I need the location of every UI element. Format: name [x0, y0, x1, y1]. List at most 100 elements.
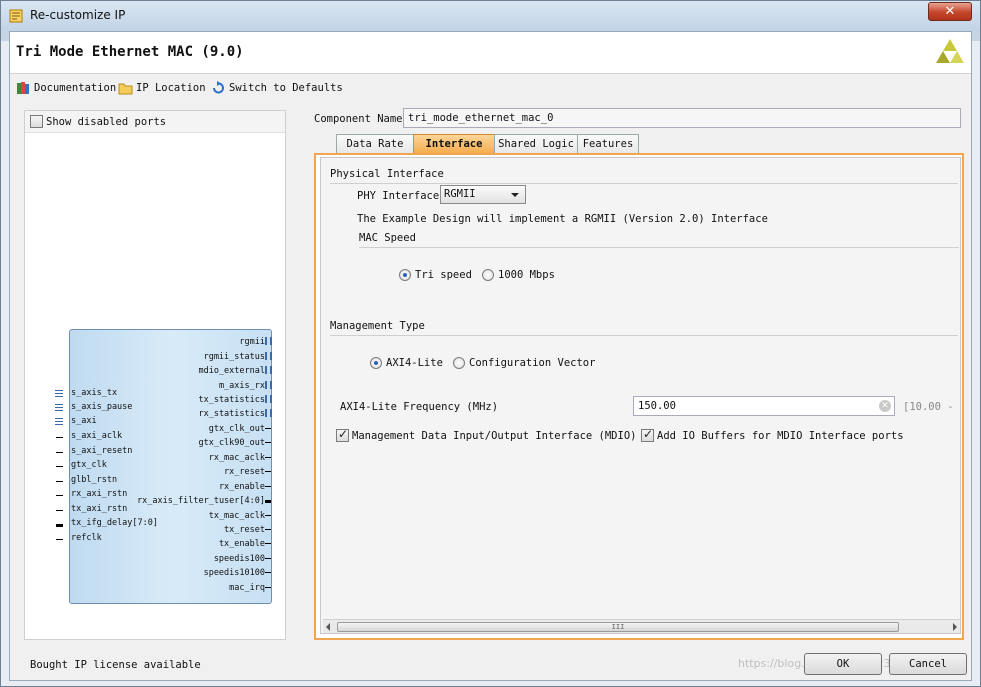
tab-data-rate[interactable]: Data Rate	[336, 134, 414, 154]
refresh-icon	[213, 81, 224, 94]
pin-tx-enable	[265, 543, 271, 544]
component-name-field[interactable]: tri_mode_ethernet_mac_0	[403, 108, 961, 128]
port-tx-enable: tx_enable	[218, 539, 265, 549]
pin-bus-rx-statistics	[265, 409, 272, 417]
frequency-range-hint: [10.00 - 3	[903, 401, 961, 413]
ip-header: Tri Mode Ethernet MAC (9.0)	[10, 32, 971, 74]
switch-defaults-label: Switch to Defaults	[229, 82, 343, 94]
port-rx-enable: rx_enable	[218, 482, 265, 492]
dialog-body: Tri Mode Ethernet MAC (9.0) Documentatio…	[9, 31, 972, 681]
physical-interface-divider	[330, 183, 958, 184]
port-glbl-rstn: glbl_rstn	[71, 475, 118, 485]
port-rx-reset: rx_reset	[224, 467, 265, 477]
pin-rx-axis-filter-tuser	[265, 500, 271, 503]
speed-1000-radio[interactable]	[482, 269, 494, 281]
documentation-label: Documentation	[34, 82, 117, 94]
port-tx-axi-rstn: tx_axi_rstn	[71, 504, 128, 514]
tab-features[interactable]: Features	[577, 134, 639, 154]
management-type-divider	[330, 335, 958, 336]
ok-button[interactable]: OK	[804, 653, 882, 675]
tab-interface[interactable]: Interface	[413, 134, 495, 155]
pin-glbl-rstn	[56, 481, 63, 482]
pin-gtx-clk90-out	[265, 442, 271, 443]
documentation-button[interactable]: Documentation	[16, 80, 116, 96]
port-s-axis-tx: s_axis_tx	[71, 388, 118, 398]
io-buffers-checkbox[interactable]	[641, 427, 654, 442]
example-design-note: The Example Design will implement a RGMI…	[357, 213, 768, 225]
ip-location-button[interactable]: IP Location	[118, 80, 206, 96]
pin-rx-axi-rstn	[56, 495, 63, 496]
port-speedis10100: speedis10100	[203, 568, 265, 578]
pin-tx-mac-aclk	[265, 515, 271, 516]
port-rx-axi-rstn: rx_axi_rstn	[71, 489, 128, 499]
phy-interface-value: RGMII	[444, 188, 476, 200]
port-mac-irq: mac_irq	[229, 583, 265, 593]
port-s-axi-resetn: s_axi_resetn	[71, 446, 133, 456]
axi4lite-frequency-input[interactable]: 150.00 ✕	[633, 396, 895, 416]
dialog-window: Re-customize IP ✕ Tri Mode Ethernet MAC …	[0, 0, 981, 687]
port-speedis100: speedis100	[213, 554, 265, 564]
port-rx-statistics: rx_statistics	[198, 409, 265, 419]
scrollbar-thumb[interactable]: III	[337, 622, 899, 632]
books-icon	[17, 82, 29, 94]
pin-refclk	[56, 539, 63, 540]
show-disabled-ports-label: Show disabled ports	[46, 116, 167, 128]
pin-bus-s-axis-pause	[55, 404, 63, 412]
ip-location-label: IP Location	[136, 82, 206, 94]
scroll-left-arrow-icon[interactable]	[326, 623, 330, 631]
mac-speed-title: MAC Speed	[359, 232, 416, 244]
speed-1000-label: 1000 Mbps	[498, 269, 555, 281]
pin-speedis10100	[265, 572, 271, 573]
tab-shared-logic[interactable]: Shared Logic	[494, 134, 578, 154]
port-gtx-clk: gtx_clk	[71, 460, 107, 470]
mgmt-axi4lite-radio[interactable]	[370, 357, 382, 369]
port-s-axis-pause: s_axis_pause	[71, 402, 133, 412]
port-gtx-clk-out: gtx_clk_out	[208, 424, 265, 434]
io-buffers-label: Add IO Buffers for MDIO Interface ports	[657, 430, 904, 442]
pin-bus-s-axi	[55, 418, 63, 426]
cancel-button[interactable]: Cancel	[889, 653, 967, 675]
phy-interface-select[interactable]: RGMII	[440, 185, 526, 204]
pin-bus-s-axis-tx	[55, 390, 63, 398]
show-disabled-ports-checkbox[interactable]	[30, 115, 43, 128]
pin-rx-reset	[265, 471, 271, 472]
axi4lite-frequency-label: AXI4-Lite Frequency (MHz)	[340, 401, 499, 413]
ip-symbol-block: rgmii rgmii_status mdio_external m_axis_…	[69, 329, 272, 604]
port-tx-mac-aclk: tx_mac_aclk	[208, 511, 265, 521]
mgmt-config-vector-radio[interactable]	[453, 357, 465, 369]
pin-speedis100	[265, 558, 271, 559]
window-title: Re-customize IP	[30, 8, 126, 22]
symbol-options-bar: Show disabled ports	[25, 111, 285, 133]
pin-rx-enable	[265, 486, 271, 487]
pin-gtx-clk-out	[265, 428, 271, 429]
phy-interface-label: PHY Interface	[357, 190, 440, 202]
folder-icon	[118, 83, 133, 95]
port-gtx-clk90-out: gtx_clk90_out	[198, 438, 265, 448]
port-rgmii-status: rgmii_status	[203, 352, 265, 362]
pin-s-axi-aclk	[56, 437, 63, 438]
speed-tri-radio[interactable]	[399, 269, 411, 281]
switch-defaults-button[interactable]: Switch to Defaults	[211, 80, 343, 96]
pin-bus-mdio-external	[265, 366, 272, 374]
ip-symbol-panel: Show disabled ports rgmii rgmii_status m…	[24, 110, 286, 640]
pin-tx-reset	[265, 529, 271, 530]
clear-icon[interactable]: ✕	[879, 400, 891, 412]
mdio-checkbox[interactable]	[336, 427, 349, 442]
scroll-right-arrow-icon[interactable]	[953, 623, 957, 631]
close-button[interactable]: ✕	[928, 2, 972, 21]
port-rx-mac-aclk: rx_mac_aclk	[208, 453, 265, 463]
xilinx-app-icon	[9, 9, 23, 23]
port-s-axi-aclk: s_axi_aclk	[71, 431, 123, 441]
mac-speed-divider	[359, 247, 959, 248]
ip-title: Tri Mode Ethernet MAC (9.0)	[16, 44, 244, 60]
mdio-label: Management Data Input/Output Interface (…	[352, 430, 637, 442]
pin-tx-axi-rstn	[56, 510, 63, 511]
pin-s-axi-resetn	[56, 452, 63, 453]
mgmt-axi4lite-label: AXI4-Lite	[386, 357, 443, 369]
port-tx-reset: tx_reset	[224, 525, 265, 535]
horizontal-scrollbar[interactable]: III	[323, 619, 960, 633]
toolbar: Documentation IP Location Switch to Defa…	[10, 78, 971, 98]
title-bar[interactable]: Re-customize IP ✕	[1, 1, 980, 31]
physical-interface-title: Physical Interface	[330, 168, 444, 180]
pin-bus-rgmii	[265, 337, 272, 345]
